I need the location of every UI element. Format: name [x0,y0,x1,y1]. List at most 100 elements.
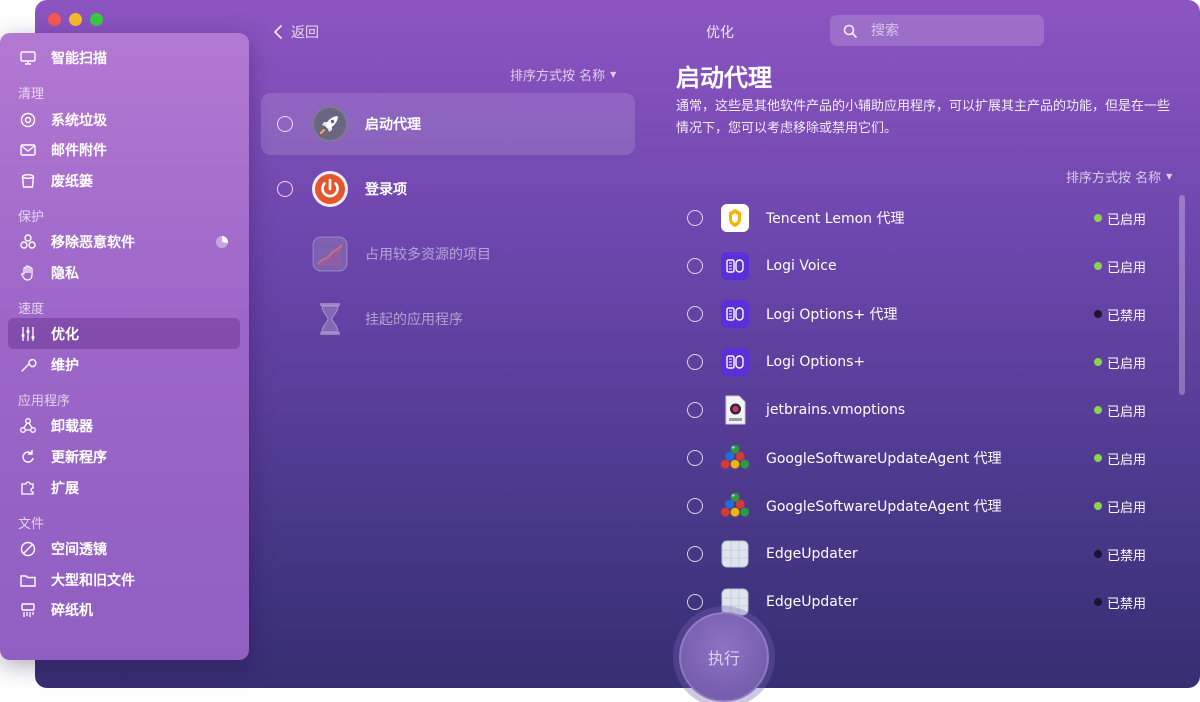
list-item[interactable]: Logi Options+ 代理 已禁用 [676,290,1166,338]
category-sort-menu[interactable]: 排序方式按 名称 ▼ [510,65,616,84]
sidebar-item-trash[interactable]: 废纸篓 [8,165,240,196]
status-badge: 已启用 [1094,497,1166,516]
lemon-icon [720,203,750,233]
item-radio[interactable] [687,594,703,610]
list-item[interactable]: GoogleSoftwareUpdateAgent 代理 已启用 [676,482,1166,530]
category-label: 挂起的应用程序 [365,312,463,328]
status-dot [1094,214,1102,222]
category-radio[interactable] [277,116,293,132]
status-label: 已禁用 [1107,308,1147,324]
folder-icon [18,570,38,590]
logi-icon [720,251,750,281]
status-label: 已启用 [1107,212,1147,228]
close-window-button[interactable] [48,13,61,26]
plist-file-icon [720,395,750,425]
status-label: 已启用 [1107,356,1147,372]
caret-down-icon: ▼ [1166,172,1173,181]
sidebar-item-smart-scan[interactable]: 智能扫描 [8,42,240,73]
status-badge: 已启用 [1094,257,1166,276]
item-name: GoogleSoftwareUpdateAgent 代理 [766,451,1002,467]
item-radio[interactable] [687,306,703,322]
sidebar-item-label: 空间透镜 [51,541,107,558]
category-label: 占用较多资源的项目 [365,247,491,263]
google-update-icon [720,443,750,473]
item-radio[interactable] [687,402,703,418]
status-dot [1094,262,1102,270]
item-radio[interactable] [687,546,703,562]
list-item[interactable]: GoogleSoftwareUpdateAgent 代理 已启用 [676,434,1166,482]
run-button[interactable]: 执行 [679,612,769,702]
sidebar-item-uninstaller[interactable]: 卸载器 [8,410,240,441]
update-icon [18,447,38,467]
status-badge: 已启用 [1094,209,1166,228]
sidebar-item-updater[interactable]: 更新程序 [8,441,240,472]
hand-icon [18,263,38,283]
monitor-icon [18,48,38,68]
status-dot [1094,598,1102,606]
sidebar-item-label: 卸载器 [51,418,93,435]
list-scrollbar[interactable] [1179,195,1185,395]
item-radio[interactable] [687,258,703,274]
sidebar-item-label: 维护 [51,357,79,374]
sidebar-item-privacy[interactable]: 隐私 [8,257,240,288]
back-label: 返回 [291,25,319,41]
list-item[interactable]: Tencent Lemon 代理 已启用 [676,194,1166,242]
item-name: GoogleSoftwareUpdateAgent 代理 [766,499,1002,515]
power-icon [311,170,349,208]
category-heavy-consumers: 占用较多资源的项目 [261,223,635,285]
item-radio[interactable] [687,210,703,226]
sidebar-item-space-lens[interactable]: 空间透镜 [8,533,240,564]
sidebar-item-label: 大型和旧文件 [51,572,135,589]
logi-icon [720,347,750,377]
wrench-icon [18,355,38,375]
list-item[interactable]: Logi Options+ 已启用 [676,338,1166,386]
category-login-items[interactable]: 登录项 [261,158,635,220]
zoom-window-button[interactable] [90,13,103,26]
caret-down-icon: ▼ [610,70,617,79]
status-dot [1094,406,1102,414]
sidebar-item-maintenance[interactable]: 维护 [8,349,240,380]
sidebar-item-system-junk[interactable]: 系统垃圾 [8,104,240,135]
sidebar: 智能扫描 清理 系统垃圾 邮件附件 废纸篓 保护 移除恶意软件 隐私 速度 优化… [0,33,249,660]
sliders-icon [18,324,38,344]
list-item[interactable]: jetbrains.vmoptions 已启用 [676,386,1166,434]
item-radio[interactable] [687,498,703,514]
sidebar-item-optimization[interactable]: 优化 [8,318,240,349]
logi-icon [720,299,750,329]
list-item[interactable]: EdgeUpdater 已禁用 [676,578,1166,626]
item-name: Logi Options+ [766,354,866,370]
status-badge: 已禁用 [1094,545,1166,564]
sidebar-item-label: 隐私 [51,265,79,282]
item-radio[interactable] [687,354,703,370]
search-input[interactable] [871,22,1021,39]
list-sort-menu[interactable]: 排序方式按 名称 ▼ [1066,167,1172,186]
sidebar-item-malware-removal[interactable]: 移除恶意软件 [8,226,240,257]
category-radio[interactable] [277,181,293,197]
system-junk-icon [18,110,38,130]
status-label: 已启用 [1107,404,1147,420]
sidebar-item-large-old-files[interactable]: 大型和旧文件 [8,564,240,595]
list-item[interactable]: EdgeUpdater 已禁用 [676,530,1166,578]
status-dot [1094,310,1102,318]
minimize-window-button[interactable] [69,13,82,26]
status-badge: 已禁用 [1094,593,1166,612]
sidebar-item-shredder[interactable]: 碎纸机 [8,594,240,625]
section-clean: 清理 [18,87,45,102]
biohazard-icon [18,232,38,252]
list-item[interactable]: Logi Voice 已启用 [676,242,1166,290]
category-launch-agents[interactable]: 启动代理 [261,93,635,155]
section-files: 文件 [18,517,45,532]
sidebar-item-mail-attachments[interactable]: 邮件附件 [8,134,240,165]
sidebar-item-extensions[interactable]: 扩展 [8,472,240,503]
status-dot [1094,502,1102,510]
item-name: Tencent Lemon 代理 [766,211,905,227]
resource-graph-icon [311,235,349,273]
back-button[interactable]: 返回 [273,22,319,42]
item-radio[interactable] [687,450,703,466]
shredder-icon [18,600,38,620]
hourglass-icon [311,300,349,338]
rocket-icon [311,105,349,143]
search-field[interactable] [830,15,1044,46]
status-label: 已启用 [1107,260,1147,276]
status-badge: 已启用 [1094,449,1166,468]
